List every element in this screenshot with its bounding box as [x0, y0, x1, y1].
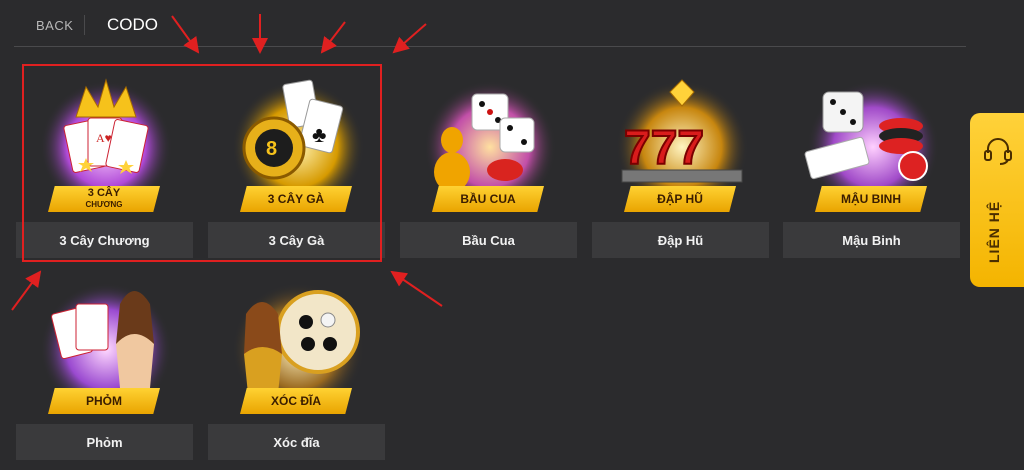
game-label: Mậu Binh	[783, 222, 960, 258]
top-bar: BACK CODO	[0, 0, 1024, 48]
svg-text:777: 777	[624, 122, 704, 175]
game-card-mau-binh[interactable]: MẬU BINH Mậu Binh	[783, 62, 960, 258]
game-label: 3 Cây Gà	[208, 222, 385, 258]
game-badge: MẬU BINH	[815, 186, 927, 212]
header-divider	[84, 15, 85, 35]
game-badge: BẦU CUA	[432, 186, 544, 212]
game-card-bau-cua[interactable]: BẦU CUA Bầu Cua	[400, 62, 577, 258]
game-label: Đập Hũ	[592, 222, 769, 258]
arrow-6	[390, 270, 443, 307]
game-badge: PHỎM	[48, 388, 160, 414]
game-label: 3 Cây Chương	[16, 222, 193, 258]
svg-text:8: 8	[266, 138, 277, 160]
game-card-dap-hu[interactable]: 777 ĐẬP HŨ Đập Hũ	[592, 62, 769, 258]
game-badge: 3 CÂY CHƯƠNG	[48, 186, 160, 212]
contact-tab[interactable]: LIÊN HỆ	[970, 113, 1024, 287]
svg-text:♣: ♣	[312, 122, 326, 147]
page-title: CODO	[107, 15, 158, 34]
game-badge: 3 CÂY GÀ	[240, 186, 352, 212]
game-card-xoc-dia[interactable]: XÓC ĐĨA Xóc đĩa	[208, 264, 385, 460]
badge-line-2: CHƯƠNG	[85, 200, 123, 209]
game-card-3-cay-ga[interactable]: ♣ 8 3 CÂY GÀ 3 Cây Gà	[208, 62, 385, 258]
headset-icon	[984, 138, 1012, 165]
game-label: Bầu Cua	[400, 222, 577, 258]
game-badge: XÓC ĐĨA	[240, 388, 352, 414]
game-card-phom[interactable]: PHỎM Phỏm	[16, 264, 193, 460]
game-card-3-cay-chuong[interactable]: A♥ 3 CÂY CHƯƠNG 3 Cây Chương	[16, 62, 193, 258]
svg-text:A♥: A♥	[96, 131, 112, 145]
game-badge: ĐẬP HŨ	[624, 186, 736, 212]
back-button[interactable]: BACK	[36, 18, 73, 33]
game-label: Phỏm	[16, 424, 193, 460]
game-label: Xóc đĩa	[208, 424, 385, 460]
header-underline	[14, 46, 966, 47]
badge-line-1: 3 CÂY	[87, 187, 121, 199]
contact-label: LIÊN HỆ	[986, 200, 1002, 263]
